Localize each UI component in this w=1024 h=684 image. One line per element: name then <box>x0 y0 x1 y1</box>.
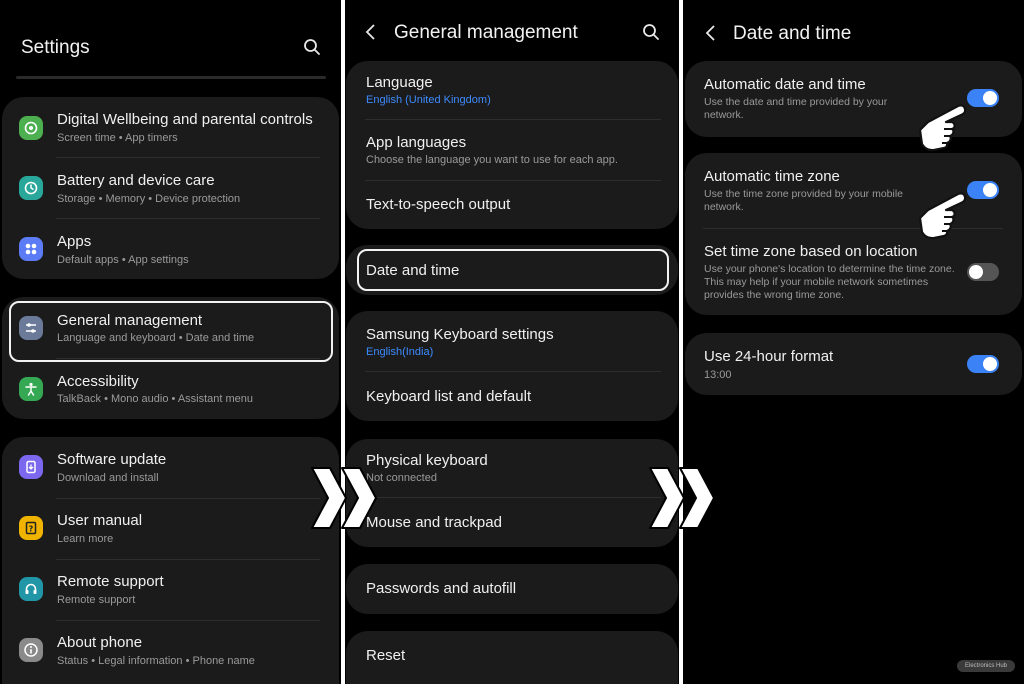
item-title: Automatic time zone <box>704 168 840 185</box>
item-title: Samsung Keyboard settings <box>366 326 554 343</box>
item-subtitle: Default apps • App settings <box>57 254 189 266</box>
settings-screen: Settings Digital Wellbeing and parental … <box>0 0 341 684</box>
info-icon <box>19 638 43 662</box>
watermark: Electronics Hub <box>957 660 1015 672</box>
item-title: Digital Wellbeing and parental controls <box>57 111 313 128</box>
toggle-knob <box>983 183 997 197</box>
divider <box>56 620 320 621</box>
item-title: Remote support <box>57 573 164 590</box>
item-subtitle: Screen time • App timers <box>57 132 178 144</box>
item-title: General management <box>57 312 203 329</box>
item-subtitle: 13:00 <box>704 369 732 381</box>
sliders-icon <box>19 316 43 340</box>
software-update-icon <box>19 455 43 479</box>
item-description: Use the date and time provided by your n… <box>704 96 888 121</box>
manual-icon: ? <box>19 516 43 540</box>
accessibility-icon <box>19 377 43 401</box>
item-subtitle: English (United Kingdom) <box>366 94 491 106</box>
item-title: Text-to-speech output <box>366 196 511 213</box>
general-management-screen: General management Language English (Uni… <box>345 0 679 684</box>
item-title: App languages <box>366 134 467 151</box>
item-title: Mouse and trackpad <box>366 514 502 531</box>
item-title: Battery and device care <box>57 172 215 189</box>
date-time-screen: Date and time Automatic date and time Us… <box>683 0 1024 684</box>
item-title: Automatic date and time <box>704 76 866 93</box>
item-title: Reset <box>366 647 406 664</box>
divider <box>365 180 661 181</box>
next-step-arrow-icon <box>308 462 380 539</box>
svg-text:?: ? <box>29 525 34 534</box>
item-title: Set time zone based on location <box>704 243 918 260</box>
item-subtitle: Download and install <box>57 472 159 484</box>
headset-icon <box>19 577 43 601</box>
item-subtitle: English(India) <box>366 346 434 358</box>
search-icon[interactable] <box>303 38 321 61</box>
battery-care-icon <box>19 176 43 200</box>
item-subtitle: Remote support <box>57 594 136 606</box>
toggle-switch[interactable] <box>967 181 999 199</box>
toggle-knob <box>983 91 997 105</box>
divider <box>365 497 661 498</box>
page-title: Settings <box>21 37 90 58</box>
page-title: Date and time <box>733 23 852 44</box>
item-title: Physical keyboard <box>366 452 488 469</box>
item-title: User manual <box>57 512 143 529</box>
item-title: Apps <box>57 233 92 250</box>
wellbeing-icon <box>19 116 43 140</box>
divider <box>365 371 661 372</box>
item-title: Accessibility <box>57 373 139 390</box>
item-title: Use 24-hour format <box>704 348 834 365</box>
page-title: General management <box>394 22 578 43</box>
item-description: Use the time zone provided by your mobil… <box>704 188 904 213</box>
apps-icon <box>19 237 43 261</box>
toggle-knob <box>969 265 983 279</box>
item-subtitle: TalkBack • Mono audio • Assistant menu <box>57 393 254 405</box>
divider <box>56 157 320 158</box>
item-title: About phone <box>57 634 143 651</box>
search-icon[interactable] <box>642 23 660 46</box>
item-subtitle: Language and keyboard • Date and time <box>57 332 255 344</box>
back-icon[interactable] <box>705 24 717 47</box>
back-icon[interactable] <box>365 23 377 46</box>
item-description: Use your phone's location to determine t… <box>704 263 955 301</box>
item-title: Keyboard list and default <box>366 388 532 405</box>
item-title: Passwords and autofill <box>366 580 517 597</box>
item-subtitle: Learn more <box>57 533 114 545</box>
divider <box>56 498 320 499</box>
item-title: Language <box>366 74 433 91</box>
item-subtitle: Choose the language you want to use for … <box>366 154 618 166</box>
scroll-indicator <box>16 76 326 79</box>
item-title: Software update <box>57 451 167 468</box>
next-step-arrow-icon <box>646 462 718 539</box>
divider <box>56 559 320 560</box>
item-title: Date and time <box>366 262 460 279</box>
divider <box>56 218 320 219</box>
toggle-knob <box>983 357 997 371</box>
toggle-switch[interactable] <box>967 89 999 107</box>
pointing-hand-icon <box>914 186 970 251</box>
item-subtitle: Storage • Memory • Device protection <box>57 193 241 205</box>
toggle-switch[interactable] <box>967 355 999 373</box>
toggle-switch[interactable] <box>967 263 999 281</box>
pointing-hand-icon <box>914 98 970 163</box>
divider <box>365 119 661 120</box>
settings-group-3 <box>2 437 339 684</box>
item-subtitle: Status • Legal information • Phone name <box>57 655 255 667</box>
